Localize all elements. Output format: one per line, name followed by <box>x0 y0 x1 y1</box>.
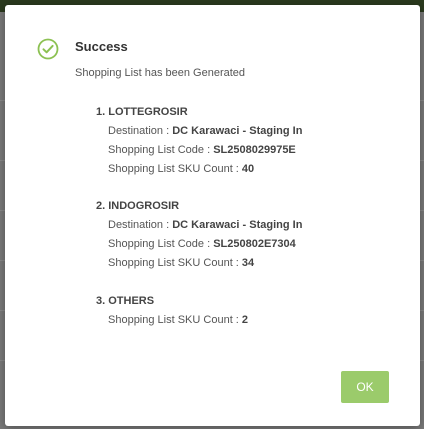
code-value: SL250802E7304 <box>213 238 296 250</box>
sku-count-row: Shopping List SKU Count : 34 <box>96 254 302 273</box>
destination-label: Destination : <box>108 125 170 137</box>
sku-count-row: Shopping List SKU Count : 40 <box>96 160 302 179</box>
sku-count-value: 2 <box>241 314 249 326</box>
sku-count-value: 34 <box>241 257 255 269</box>
code-label: Shopping List Code : <box>108 144 211 156</box>
group-heading: 2. INDOGROSIR <box>96 200 180 212</box>
shopping-list-group: 2. INDOGROSIR Destination : DC Karawaci … <box>96 197 302 273</box>
group-heading: 1. LOTTEGROSIR <box>96 106 188 118</box>
destination-value: DC Karawaci - Staging In <box>172 125 303 137</box>
shopping-list-group: 1. LOTTEGROSIR Destination : DC Karawaci… <box>96 103 302 179</box>
sku-count-label: Shopping List SKU Count : <box>108 163 239 175</box>
dialog-title: Success <box>75 39 128 54</box>
check-circle-icon <box>37 38 59 60</box>
success-dialog: Success Shopping List has been Generated… <box>5 5 420 426</box>
destination-row: Destination : DC Karawaci - Staging In <box>96 122 302 141</box>
dialog-message: Shopping List has been Generated <box>75 67 246 79</box>
code-label: Shopping List Code : <box>108 238 211 250</box>
code-row: Shopping List Code : SL250802E7304 <box>96 235 302 254</box>
code-value: SL2508029975E <box>213 144 296 156</box>
destination-row: Destination : DC Karawaci - Staging In <box>96 216 302 235</box>
destination-label: Destination : <box>108 219 170 231</box>
sku-count-value: 40 <box>241 163 255 175</box>
group-heading: 3. OTHERS <box>96 295 155 307</box>
destination-value: DC Karawaci - Staging In <box>172 219 303 231</box>
sku-count-label: Shopping List SKU Count : <box>108 257 239 269</box>
ok-button[interactable]: OK <box>341 371 389 403</box>
sku-count-row: Shopping List SKU Count : 2 <box>96 311 248 330</box>
code-row: Shopping List Code : SL2508029975E <box>96 141 302 160</box>
shopping-list-group: 3. OTHERS Shopping List SKU Count : 2 <box>96 292 248 330</box>
sku-count-label: Shopping List SKU Count : <box>108 314 239 326</box>
